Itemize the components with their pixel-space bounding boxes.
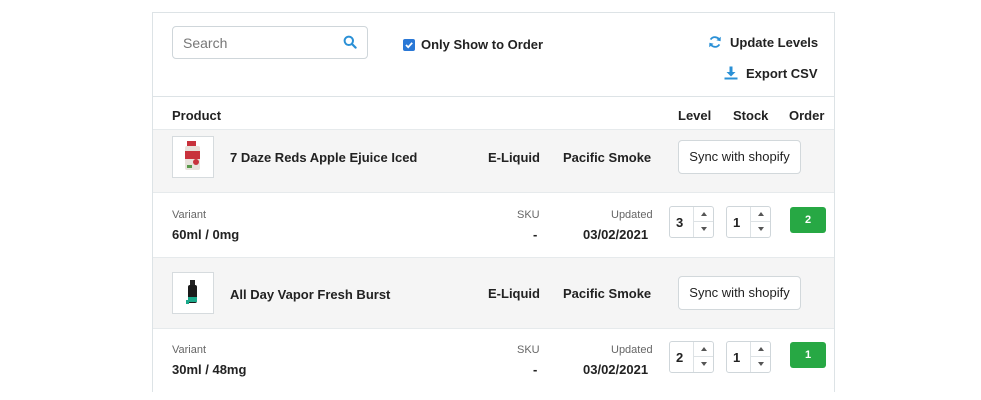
product-row: 7 Daze Reds Apple Ejuice Iced E-Liquid P… (153, 129, 834, 192)
updated-label: Updated (611, 209, 653, 221)
download-icon[interactable] (724, 66, 738, 80)
level-increment-button[interactable] (694, 207, 713, 222)
only-show-to-order-checkbox[interactable] (403, 39, 415, 51)
header-product: Product (172, 108, 222, 123)
updated-label: Updated (611, 344, 653, 356)
export-csv-button[interactable]: Export CSV (746, 66, 818, 81)
sku-value: - (533, 227, 538, 242)
order-quantity-badge[interactable]: 2 (790, 207, 826, 233)
stock-decrement-button[interactable] (751, 222, 770, 237)
stock-increment-button[interactable] (751, 207, 770, 222)
updated-value: 03/02/2021 (583, 227, 649, 242)
sync-with-shopify-button[interactable]: Sync with shopify (678, 276, 801, 310)
level-decrement-button[interactable] (694, 357, 713, 372)
level-value[interactable]: 3 (676, 215, 683, 230)
chevron-up-icon (758, 347, 764, 351)
checkmark-icon (405, 42, 413, 49)
chevron-up-icon (701, 212, 707, 216)
variant-value: 30ml / 48mg (172, 362, 247, 377)
header-order: Order (789, 108, 825, 123)
variant-value: 60ml / 0mg (172, 227, 240, 242)
search-input[interactable] (173, 27, 333, 58)
stock-stepper[interactable]: 1 (726, 206, 771, 238)
product-thumbnail[interactable] (172, 136, 214, 178)
refresh-icon[interactable] (708, 35, 722, 49)
table-header: Product Level Stock Order (153, 96, 834, 132)
chevron-down-icon (701, 362, 707, 366)
chevron-down-icon (758, 227, 764, 231)
product-vendor: Pacific Smoke (563, 150, 652, 165)
product-row: All Day Vapor Fresh Burst E-Liquid Pacif… (153, 257, 834, 328)
header-stock: Stock (733, 108, 769, 123)
product-vendor: Pacific Smoke (563, 286, 652, 301)
sku-label: SKU (517, 209, 540, 221)
level-increment-button[interactable] (694, 342, 713, 357)
stock-decrement-button[interactable] (751, 357, 770, 372)
inventory-panel: Only Show to Order Update Levels Export … (152, 12, 835, 392)
product-type: E-Liquid (488, 150, 540, 165)
product-name[interactable]: All Day Vapor Fresh Burst (230, 287, 390, 302)
updated-value: 03/02/2021 (583, 362, 649, 377)
chevron-down-icon (758, 362, 764, 366)
stock-value[interactable]: 1 (733, 215, 740, 230)
order-quantity-badge[interactable]: 1 (790, 342, 826, 368)
product-thumbnail[interactable] (172, 272, 214, 314)
update-levels-button[interactable]: Update Levels (730, 35, 818, 50)
header-level: Level (678, 108, 712, 123)
eliquid-bottle-image (185, 141, 200, 170)
variant-label: Variant (172, 344, 207, 356)
sync-with-shopify-button[interactable]: Sync with shopify (678, 140, 801, 174)
sku-label: SKU (517, 344, 540, 356)
eliquid-bottle-image (186, 280, 197, 304)
level-stepper[interactable]: 3 (669, 206, 714, 238)
stock-increment-button[interactable] (751, 342, 770, 357)
product-name[interactable]: 7 Daze Reds Apple Ejuice Iced (230, 150, 417, 165)
stock-stepper[interactable]: 1 (726, 341, 771, 373)
chevron-down-icon (701, 227, 707, 231)
level-stepper[interactable]: 2 (669, 341, 714, 373)
chevron-up-icon (758, 212, 764, 216)
search-icon[interactable] (343, 35, 357, 49)
product-type: E-Liquid (488, 286, 540, 301)
stock-value[interactable]: 1 (733, 350, 740, 365)
search-box[interactable] (172, 26, 368, 59)
level-decrement-button[interactable] (694, 222, 713, 237)
chevron-up-icon (701, 347, 707, 351)
variant-row: Variant 30ml / 48mg SKU - Updated 03/02/… (153, 328, 834, 392)
variant-label: Variant (172, 209, 207, 221)
sku-value: - (533, 362, 538, 377)
variant-row: Variant 60ml / 0mg SKU - Updated 03/02/2… (153, 192, 834, 257)
only-show-to-order-label[interactable]: Only Show to Order (421, 37, 543, 52)
level-value[interactable]: 2 (676, 350, 683, 365)
